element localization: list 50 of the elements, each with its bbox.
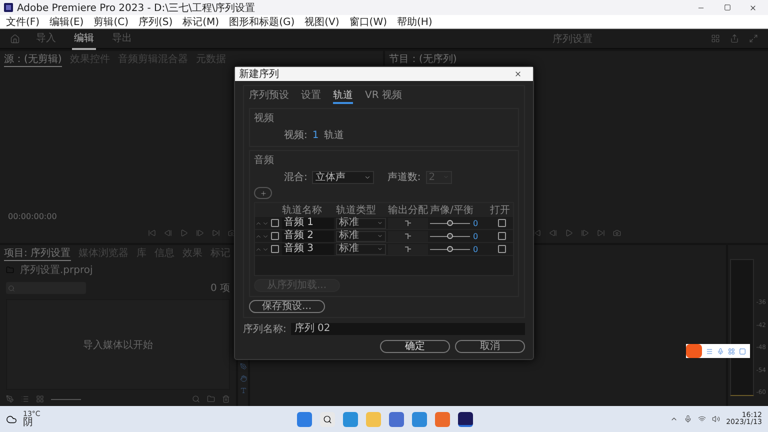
track-type-select[interactable]: 标准 — [336, 230, 386, 242]
dialog-tab[interactable]: 设置 — [301, 88, 321, 104]
mix-select[interactable]: 立体声 — [312, 170, 374, 184]
cancel-button[interactable]: 取消 — [455, 340, 525, 353]
menu-item[interactable]: 帮助(H) — [393, 14, 436, 28]
menu-item[interactable]: 图形和标题(G) — [225, 14, 299, 28]
menu-item[interactable]: 标记(M) — [178, 14, 224, 28]
weather-text: 阴 — [23, 418, 34, 428]
item-count: 0 项 — [210, 282, 230, 295]
dialog-tab[interactable]: VR 视频 — [365, 88, 402, 104]
window-title: Adobe Premiere Pro 2023 - D:\三七\工程\序列设置 — [17, 2, 256, 14]
track-type-select[interactable]: 标准 — [336, 244, 386, 254]
sequence-name-field[interactable]: 序列 02 — [291, 323, 525, 335]
column-header: 输出分配 — [388, 204, 429, 217]
dialog-tab[interactable]: 序列预设 — [249, 88, 289, 104]
pan-value[interactable]: 0 — [473, 244, 478, 254]
track-name-field[interactable]: 音频 1 — [282, 218, 334, 228]
video-label: 视频: — [284, 128, 308, 142]
column-header: 声像/平衡 — [430, 204, 474, 217]
video-track-count[interactable]: 1 — [312, 130, 319, 140]
track-unit: 轨道 — [324, 128, 344, 142]
track-type-select[interactable]: 标准 — [336, 218, 386, 228]
track-name-field[interactable]: 音频 3 — [282, 244, 334, 254]
sequence-name-label: 序列名称: — [243, 322, 286, 336]
project-title: 序列设置 — [552, 32, 592, 46]
panel-tab[interactable]: 项目: 序列设置 — [4, 246, 71, 260]
pan-value[interactable]: 0 — [473, 232, 478, 240]
pan-value[interactable]: 0 — [473, 218, 478, 228]
group-label: 视频 — [254, 112, 275, 125]
dialog-tab[interactable]: 轨道 — [333, 88, 353, 104]
project-file: 序列设置.prproj — [20, 264, 93, 277]
group-label: 音频 — [254, 154, 275, 167]
mix-label: 混合: — [284, 171, 308, 184]
menu-item[interactable]: 窗口(W) — [345, 14, 391, 28]
empty-message: 导入媒体以开始 — [83, 338, 153, 352]
menu-item[interactable]: 剪辑(C) — [90, 14, 132, 28]
channels-label: 声道数: — [387, 170, 421, 184]
menu-item[interactable]: 文件(F) — [2, 14, 44, 28]
timecode: 00:00:00:00 — [8, 212, 57, 220]
track-name-field[interactable]: 音频 2 — [282, 230, 334, 242]
save-preset-button[interactable]: 保存预设... — [249, 300, 325, 313]
dialog-title: 新建序列 — [239, 68, 279, 81]
menu-item[interactable]: 序列(S) — [134, 14, 177, 28]
panel-tab[interactable]: 源：(无剪辑) — [4, 52, 62, 66]
column-header: 打开 — [490, 204, 511, 217]
ok-button[interactable]: 确定 — [380, 340, 450, 353]
column-header: 轨道名称 — [282, 204, 323, 216]
menu-item[interactable]: 编辑(E) — [46, 14, 88, 28]
menu-item[interactable]: 视图(V) — [300, 14, 344, 28]
column-header: 轨道类型 — [336, 204, 377, 216]
